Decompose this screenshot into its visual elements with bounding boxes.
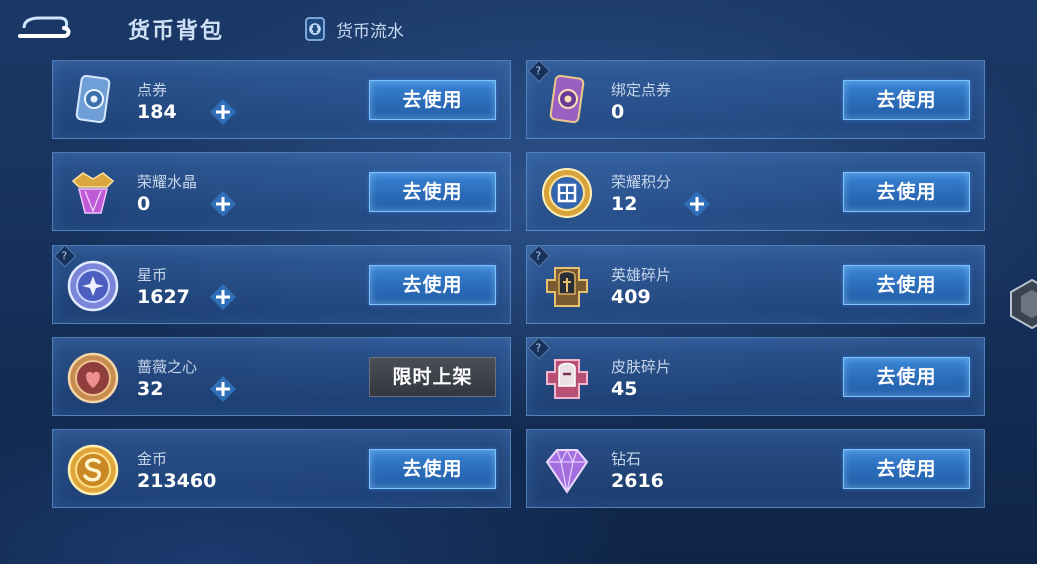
currency-card-diamond: 钻石 2616 去使用 (526, 429, 985, 508)
plus-icon (210, 99, 236, 125)
use-gold-coin-button[interactable]: 去使用 (369, 449, 496, 489)
back-button[interactable] (18, 14, 72, 42)
currency-card-glory-crystal: 荣耀水晶 0 去使用 (52, 152, 511, 231)
hexagon-icon (1010, 278, 1037, 330)
page-title: 货币背包 (128, 19, 225, 44)
glory-points-icon (539, 165, 595, 221)
currency-flow-label: 货币流水 (336, 21, 404, 42)
add-rose-heart-button[interactable] (209, 375, 237, 403)
add-star-coin-button[interactable] (209, 283, 237, 311)
currency-name: 星币 (137, 266, 168, 284)
coupon-card-blue-icon (65, 73, 121, 129)
currency-amount: 1627 (137, 286, 190, 308)
glory-crystal-icon (65, 165, 121, 221)
diamond-icon (539, 442, 595, 498)
plus-icon (210, 376, 236, 402)
currency-amount: 0 (137, 193, 151, 215)
plus-icon (684, 191, 710, 217)
star-coin-icon (65, 258, 121, 314)
rose-heart-icon (65, 350, 121, 406)
currency-name: 绑定点券 (611, 81, 672, 99)
currency-card-skin-fragment: ? 皮肤碎片 45 去使用 (526, 336, 985, 416)
use-star-coin-button[interactable]: 去使用 (369, 265, 496, 305)
use-diamond-button[interactable]: 去使用 (843, 449, 970, 489)
add-glory-crystal-button[interactable] (209, 190, 237, 218)
currency-card-coupon: 点券 184 去使用 (52, 60, 511, 139)
currency-card-star-coin: ? 星币 1627 去使用 (52, 244, 511, 324)
currency-flow-link[interactable]: 货币流水 (304, 16, 404, 42)
currency-name: 蔷薇之心 (137, 358, 198, 376)
use-skin-fragment-button[interactable]: 去使用 (843, 357, 970, 397)
add-glory-points-button[interactable] (683, 190, 711, 218)
currency-card-glory-points: 荣耀积分 12 去使用 (526, 152, 985, 231)
currency-name: 皮肤碎片 (611, 358, 672, 376)
hero-fragment-icon (539, 258, 595, 314)
plus-icon (210, 191, 236, 217)
currency-amount: 0 (611, 101, 625, 123)
currency-card-rose-heart: 蔷薇之心 32 限时上架 (52, 337, 511, 416)
currency-card-hero-fragment: ? 英雄碎片 409 去使用 (526, 244, 985, 324)
currency-card-gold-coin: 金币 213460 去使用 (52, 429, 511, 508)
use-bound-coupon-button[interactable]: 去使用 (843, 80, 970, 120)
currency-name: 荣耀积分 (611, 173, 672, 191)
use-glory-points-button[interactable]: 去使用 (843, 172, 970, 212)
skin-fragment-icon (539, 350, 595, 406)
currency-name: 荣耀水晶 (137, 173, 198, 191)
currency-card-icon (305, 17, 325, 41)
gold-coin-icon (65, 442, 121, 498)
add-coupon-button[interactable] (209, 98, 237, 126)
currency-name: 点券 (137, 81, 168, 99)
plus-icon (210, 284, 236, 310)
currency-amount: 32 (137, 378, 164, 400)
currency-amount: 213460 (137, 470, 217, 492)
currency-name: 英雄碎片 (611, 266, 672, 284)
currency-card-bound-coupon: ? 绑定点券 0 去使用 (526, 59, 985, 139)
currency-name: 金币 (137, 450, 168, 468)
currency-amount: 2616 (611, 470, 664, 492)
use-hero-fragment-button[interactable]: 去使用 (843, 265, 970, 305)
currency-amount: 12 (611, 193, 638, 215)
use-coupon-button[interactable]: 去使用 (369, 80, 496, 120)
currency-amount: 409 (611, 286, 651, 308)
currency-amount: 45 (611, 378, 638, 400)
currency-amount: 184 (137, 101, 177, 123)
limited-time-label: 限时上架 (369, 357, 496, 397)
coupon-card-purple-icon (539, 73, 595, 129)
use-glory-crystal-button[interactable]: 去使用 (369, 172, 496, 212)
currency-name: 钻石 (611, 450, 642, 468)
back-arrow-icon (18, 16, 71, 38)
side-panel-handle[interactable] (1009, 278, 1037, 330)
